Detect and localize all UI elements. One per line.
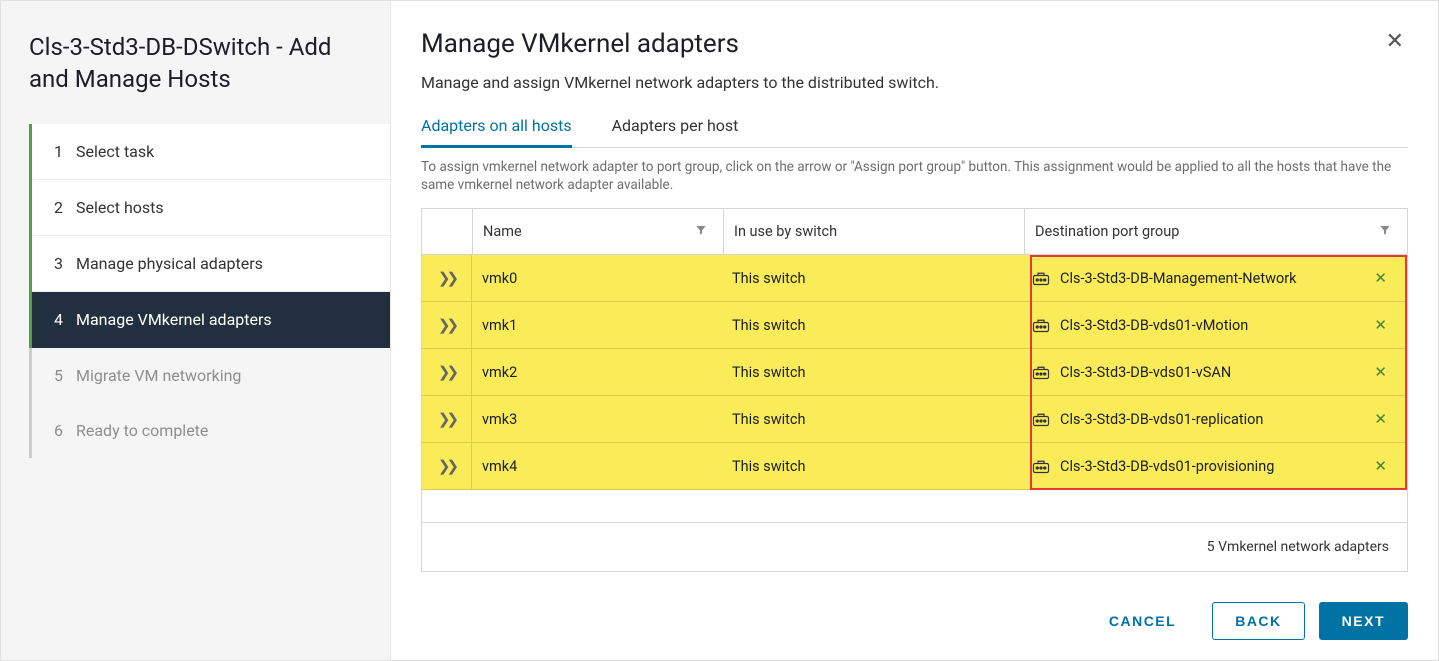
cancel-button[interactable]: CANCEL bbox=[1087, 602, 1198, 640]
remove-assignment-icon[interactable]: ✕ bbox=[1374, 363, 1387, 381]
col-switch-header[interactable]: In use by switch bbox=[724, 209, 1024, 254]
expand-icon[interactable]: ❯❯ bbox=[422, 255, 472, 301]
step-number: 3 bbox=[54, 254, 76, 273]
remove-assignment-icon[interactable]: ✕ bbox=[1374, 457, 1387, 475]
expand-icon[interactable]: ❯❯ bbox=[422, 396, 472, 442]
main-header: Manage VMkernel adapters ✕ bbox=[421, 29, 1408, 59]
page-title: Manage VMkernel adapters bbox=[421, 29, 739, 59]
port-group-icon bbox=[1032, 412, 1050, 426]
adapter-dest[interactable]: Cls-3-Std3-DB-vds01-replication ✕ bbox=[1022, 396, 1407, 442]
adapter-switch: This switch bbox=[722, 350, 1022, 395]
adapter-name: vmk1 bbox=[472, 303, 722, 348]
expand-icon[interactable]: ❯❯ bbox=[422, 349, 472, 395]
table-row[interactable]: ❯❯ vmk3 This switch Cls-3-Std3-DB-vds01-… bbox=[422, 396, 1407, 443]
adapter-switch: This switch bbox=[722, 444, 1022, 489]
table-row[interactable]: ❯❯ vmk2 This switch Cls-3-Std3-DB-vds01-… bbox=[422, 349, 1407, 396]
wizard-sidebar: Cls-3-Std3-DB-DSwitch - Add and Manage H… bbox=[1, 1, 391, 660]
back-button[interactable]: BACK bbox=[1212, 602, 1304, 640]
step-manage-physical-adapters[interactable]: 3 Manage physical adapters bbox=[32, 236, 390, 292]
filter-icon[interactable] bbox=[695, 224, 707, 240]
wizard-title: Cls-3-Std3-DB-DSwitch - Add and Manage H… bbox=[1, 31, 390, 124]
wizard-steps: 1 Select task 2 Select hosts 3 Manage ph… bbox=[29, 124, 390, 458]
dest-label: Cls-3-Std3-DB-vds01-vMotion bbox=[1060, 317, 1248, 334]
col-dest-label: Destination port group bbox=[1035, 223, 1179, 240]
dest-label: Cls-3-Std3-DB-vds01-vSAN bbox=[1060, 364, 1231, 381]
remove-assignment-icon[interactable]: ✕ bbox=[1374, 269, 1387, 287]
adapter-dest[interactable]: Cls-3-Std3-DB-vds01-vMotion ✕ bbox=[1022, 302, 1407, 348]
step-number: 1 bbox=[54, 142, 76, 161]
wizard-main: Manage VMkernel adapters ✕ Manage and as… bbox=[391, 1, 1438, 660]
adapter-name: vmk0 bbox=[472, 256, 722, 301]
step-number: 6 bbox=[54, 421, 76, 440]
dest-label: Cls-3-Std3-DB-Management-Network bbox=[1060, 270, 1297, 287]
port-group-icon bbox=[1032, 459, 1050, 473]
next-button[interactable]: NEXT bbox=[1319, 602, 1408, 640]
table-body: ❯❯ vmk0 This switch Cls-3-Std3-DB-Manage… bbox=[422, 255, 1407, 490]
adapter-dest[interactable]: Cls-3-Std3-DB-vds01-provisioning ✕ bbox=[1022, 443, 1407, 489]
adapter-dest[interactable]: Cls-3-Std3-DB-vds01-vSAN ✕ bbox=[1022, 349, 1407, 395]
wizard-dialog: Cls-3-Std3-DB-DSwitch - Add and Manage H… bbox=[0, 0, 1439, 661]
step-migrate-vm-networking: 5 Migrate VM networking bbox=[29, 348, 390, 403]
port-group-icon bbox=[1032, 365, 1050, 379]
adapter-name: vmk4 bbox=[472, 444, 722, 489]
table-row[interactable]: ❯❯ vmk4 This switch Cls-3-Std3-DB-vds01-… bbox=[422, 443, 1407, 490]
step-number: 2 bbox=[54, 198, 76, 217]
table-row[interactable]: ❯❯ vmk0 This switch Cls-3-Std3-DB-Manage… bbox=[422, 255, 1407, 302]
col-expand bbox=[422, 218, 472, 246]
col-name-label: Name bbox=[483, 223, 522, 240]
port-group-icon bbox=[1032, 318, 1050, 332]
step-number: 4 bbox=[54, 310, 76, 329]
remove-assignment-icon[interactable]: ✕ bbox=[1374, 410, 1387, 428]
table-header: Name In use by switch Destination port g… bbox=[422, 209, 1407, 255]
table-row[interactable]: ❯❯ vmk1 This switch Cls-3-Std3-DB-vds01-… bbox=[422, 302, 1407, 349]
page-subtitle: Manage and assign VMkernel network adapt… bbox=[421, 73, 1408, 92]
col-name-header[interactable]: Name bbox=[473, 209, 723, 254]
step-select-task[interactable]: 1 Select task bbox=[32, 124, 390, 180]
adapter-switch: This switch bbox=[722, 397, 1022, 442]
step-label: Select hosts bbox=[76, 198, 164, 217]
step-label: Ready to complete bbox=[76, 421, 208, 440]
expand-icon[interactable]: ❯❯ bbox=[422, 302, 472, 348]
help-text: To assign vmkernel network adapter to po… bbox=[421, 158, 1408, 194]
adapter-dest[interactable]: Cls-3-Std3-DB-Management-Network ✕ bbox=[1022, 255, 1407, 301]
step-number: 5 bbox=[54, 366, 76, 385]
step-select-hosts[interactable]: 2 Select hosts bbox=[32, 180, 390, 236]
table-footer: 5 Vmkernel network adapters bbox=[422, 522, 1407, 571]
adapter-name: vmk3 bbox=[472, 397, 722, 442]
tab-adapters-per-host[interactable]: Adapters per host bbox=[612, 116, 739, 147]
adapters-table: Name In use by switch Destination port g… bbox=[421, 208, 1408, 572]
expand-icon[interactable]: ❯❯ bbox=[422, 443, 472, 489]
step-label: Manage VMkernel adapters bbox=[76, 310, 272, 329]
step-label: Select task bbox=[76, 142, 154, 161]
step-manage-vmkernel-adapters[interactable]: 4 Manage VMkernel adapters bbox=[32, 292, 390, 348]
port-group-icon bbox=[1032, 271, 1050, 285]
close-icon[interactable]: ✕ bbox=[1382, 29, 1408, 54]
dest-label: Cls-3-Std3-DB-vds01-replication bbox=[1060, 411, 1263, 428]
adapter-switch: This switch bbox=[722, 256, 1022, 301]
adapter-switch: This switch bbox=[722, 303, 1022, 348]
table-spacer bbox=[422, 490, 1407, 522]
remove-assignment-icon[interactable]: ✕ bbox=[1374, 316, 1387, 334]
step-ready-to-complete: 6 Ready to complete bbox=[29, 403, 390, 458]
tab-adapters-all-hosts[interactable]: Adapters on all hosts bbox=[421, 116, 572, 148]
step-label: Manage physical adapters bbox=[76, 254, 263, 273]
adapter-name: vmk2 bbox=[472, 350, 722, 395]
step-label: Migrate VM networking bbox=[76, 366, 241, 385]
dest-label: Cls-3-Std3-DB-vds01-provisioning bbox=[1060, 458, 1274, 475]
tabs: Adapters on all hosts Adapters per host bbox=[421, 116, 1408, 148]
filter-icon[interactable] bbox=[1379, 224, 1391, 240]
wizard-actions: CANCEL BACK NEXT bbox=[421, 582, 1408, 640]
col-dest-header[interactable]: Destination port group bbox=[1025, 209, 1407, 254]
